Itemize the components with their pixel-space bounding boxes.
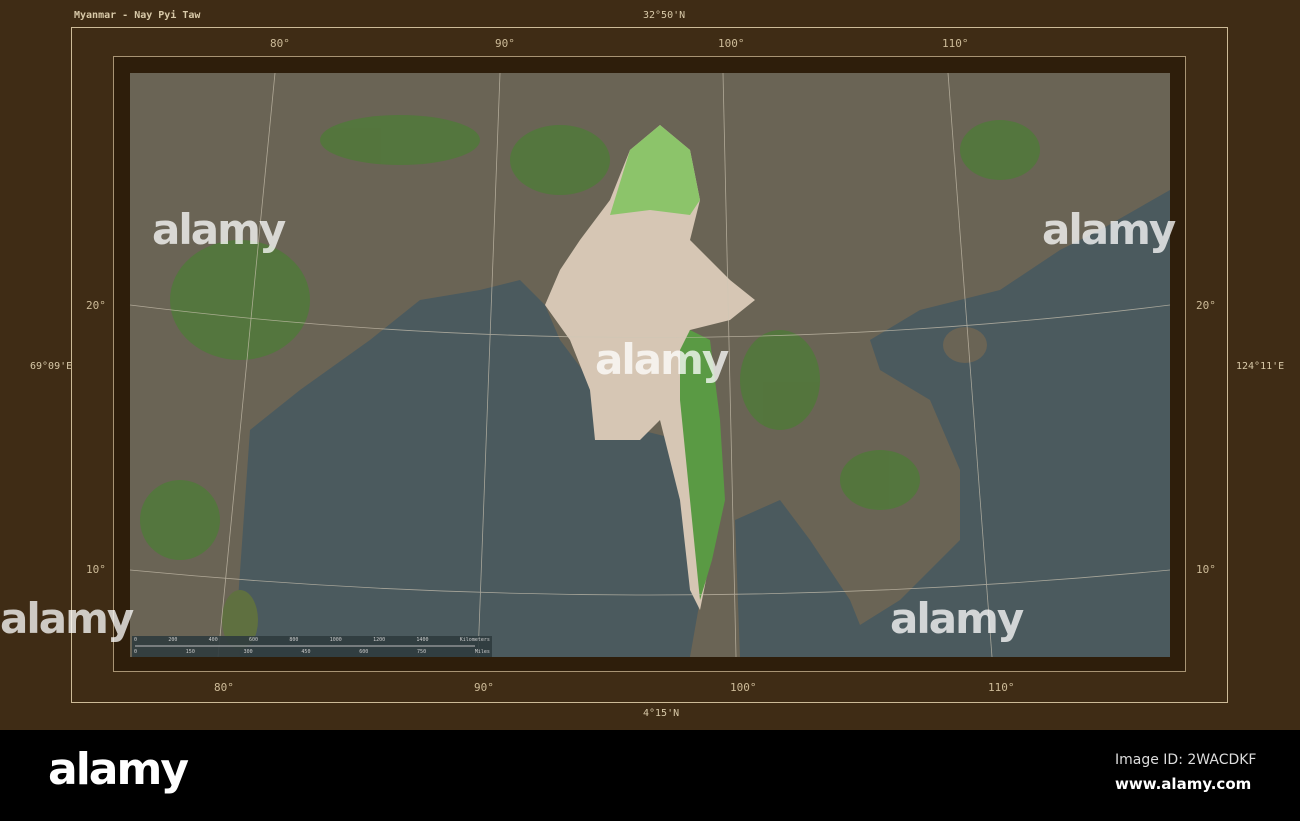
scale-label: 800	[289, 637, 299, 643]
scale-label: 300	[243, 649, 253, 655]
scale-km-labels: 0 200 400 600 800 1000 1200 1400 Kilometers	[134, 637, 490, 643]
scale-label: 0	[134, 637, 138, 643]
scale-mi-labels: 0 150 300 450 600 750 Miles	[134, 649, 490, 655]
watermark: alamy	[890, 594, 1024, 643]
scale-label: 1200	[373, 637, 386, 643]
lon-tick-bottom: 90°	[474, 681, 494, 694]
north-bound: 32°50'N	[643, 10, 686, 21]
site-link[interactable]: www.alamy.com	[1115, 775, 1251, 793]
lat-tick-left: 20°	[86, 299, 106, 312]
scale-label: 600	[249, 637, 259, 643]
scale-label: 200	[168, 637, 178, 643]
footer-bar: alamy Image ID: 2WACDKF www.alamy.com	[0, 730, 1300, 821]
east-bound: 124°11'E	[1236, 361, 1285, 372]
west-bound: 69°09'E	[30, 361, 73, 372]
scale-label: 1000	[329, 637, 342, 643]
image-id: Image ID: 2WACDKF	[1115, 752, 1257, 768]
lat-tick-right: 20°	[1196, 299, 1216, 312]
lon-tick-top: 80°	[270, 37, 290, 50]
map-title: Myanmar - Nay Pyi Taw	[74, 10, 201, 21]
lon-tick-top: 100°	[718, 37, 745, 50]
scale-label: Miles	[474, 649, 490, 655]
hainan	[943, 327, 987, 363]
scale-label: Kilometers	[459, 637, 490, 643]
scale-label: 1400	[416, 637, 429, 643]
watermark: alamy	[0, 594, 134, 643]
scale-label: 150	[185, 649, 195, 655]
alamy-logo: alamy	[48, 744, 189, 795]
lon-tick-bottom: 80°	[214, 681, 234, 694]
south-bound: 4°15'N	[643, 708, 680, 719]
scale-label: 450	[301, 649, 311, 655]
watermark: alamy	[152, 205, 286, 254]
watermark: alamy	[595, 335, 729, 384]
lon-tick-top: 90°	[495, 37, 515, 50]
scale-label: 600	[359, 649, 369, 655]
watermark: alamy	[1042, 205, 1176, 254]
lat-tick-left: 10°	[86, 563, 106, 576]
lon-tick-top: 110°	[942, 37, 969, 50]
lon-tick-bottom: 100°	[730, 681, 757, 694]
scale-label: 400	[208, 637, 218, 643]
lat-tick-right: 10°	[1196, 563, 1216, 576]
scale-label: 0	[134, 649, 138, 655]
lon-tick-bottom: 110°	[988, 681, 1015, 694]
scale-label: 750	[417, 649, 427, 655]
